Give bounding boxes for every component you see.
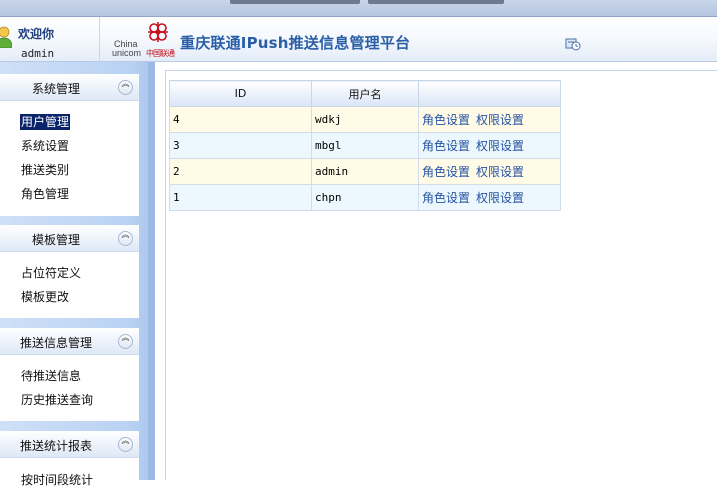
sidebar-item-label: 推送类别 [21, 163, 70, 177]
permission-settings-link[interactable]: 权限设置 [476, 113, 524, 127]
cell-actions: 角色设置 权限设置 [418, 132, 561, 159]
panel-push-info-management: 推送信息管理 ︽ 待推送信息 历史推送查询 [0, 328, 139, 421]
role-settings-link[interactable]: 角色设置 [422, 139, 470, 153]
sidebar-item-stats-by-time[interactable]: 按时间段统计 [20, 468, 139, 492]
sidebar-splitter[interactable] [148, 62, 155, 480]
cell-id: 1 [169, 184, 312, 211]
sidebar-item-label: 模板更改 [21, 290, 70, 304]
table-row: 2 admin 角色设置 权限设置 [169, 158, 561, 185]
cell-username: admin [311, 158, 419, 185]
sidebar-item-role-management[interactable]: 角色管理 [20, 182, 139, 206]
cell-id: 3 [169, 132, 312, 159]
sidebar-item-pending-push[interactable]: 待推送信息 [20, 364, 139, 388]
sidebar-item-label: 待推送信息 [21, 369, 82, 383]
panel-push-statistics: 推送统计报表 ︽ 按时间段统计 [0, 431, 139, 487]
cell-username: mbgl [311, 132, 419, 159]
sidebar-item-push-history[interactable]: 历史推送查询 [20, 388, 139, 412]
role-settings-link[interactable]: 角色设置 [422, 113, 470, 127]
cell-id: 4 [169, 106, 312, 133]
sidebar-item-label: 按时间段统计 [21, 473, 94, 487]
main-content: ID 用户名 4 wdkj 角色设置权限设置 3 mbgl 角色设置权限设置 [165, 70, 717, 480]
permission-settings-link[interactable]: 权限设置 [476, 165, 524, 179]
column-header-id[interactable]: ID [169, 80, 312, 107]
cell-username: wdkj [311, 106, 419, 133]
panel-header: 模板管理 ︽ [0, 225, 139, 252]
panel-title: 推送统计报表 [19, 439, 92, 453]
panel-template-management: 模板管理 ︽ 占位符定义 模板更改 [0, 225, 139, 318]
panel-system-management: 系统管理 ︽ 用户管理 系统设置 推送类别 角色管理 [0, 74, 139, 216]
panel-header: 系统管理 ︽ [0, 74, 139, 101]
welcome-label: 欢迎你 [18, 27, 55, 41]
permission-settings-link[interactable]: 权限设置 [476, 191, 524, 205]
sidebar-item-placeholder-definition[interactable]: 占位符定义 [20, 261, 139, 285]
sidebar-item-template-change[interactable]: 模板更改 [20, 285, 139, 309]
user-table: ID 用户名 4 wdkj 角色设置权限设置 3 mbgl 角色设置权限设置 [169, 80, 561, 211]
sidebar-item-label: 用户管理 [20, 114, 71, 130]
sidebar-item-push-category[interactable]: 推送类别 [20, 158, 139, 182]
role-settings-link[interactable]: 角色设置 [422, 165, 470, 179]
logo-text-unicom: unicom [112, 48, 142, 58]
role-settings-link[interactable]: 角色设置 [422, 191, 470, 205]
header: 欢迎你 admin China unicom 中国联通 重庆联通IPush推送信… [0, 17, 717, 62]
collapse-button[interactable]: ︽ [118, 334, 133, 349]
top-strip [0, 0, 717, 17]
panel-header: 推送信息管理 ︽ [0, 328, 139, 355]
top-tab-right [368, 0, 504, 4]
collapse-button[interactable]: ︽ [118, 80, 133, 95]
panel-title: 系统管理 [31, 82, 80, 96]
cell-id: 2 [169, 158, 312, 185]
cell-actions: 角色设置 权限设置 [418, 184, 561, 211]
chevron-up-icon: ︽ [121, 230, 130, 239]
cell-actions: 角色设置 权限设置 [418, 106, 561, 133]
user-panel: 欢迎你 admin [0, 17, 100, 62]
collapse-button[interactable]: ︽ [118, 437, 133, 452]
cell-username: chpn [311, 184, 419, 211]
chevron-up-icon: ︽ [121, 79, 130, 88]
page-title: 重庆联通IPush推送信息管理平台 [180, 34, 411, 52]
sidebar-item-label: 占位符定义 [21, 266, 82, 280]
table-row: 4 wdkj 角色设置 权限设置 [169, 106, 561, 133]
sidebar-item-label: 角色管理 [21, 187, 70, 201]
panel-header: 推送统计报表 ︽ [0, 431, 139, 458]
top-tab-left [230, 0, 360, 4]
sidebar-item-system-settings[interactable]: 系统设置 [20, 134, 139, 158]
permission-settings-link[interactable]: 权限设置 [476, 139, 524, 153]
table-row: 3 mbgl 角色设置 权限设置 [169, 132, 561, 159]
chevron-up-icon: ︽ [121, 333, 130, 342]
column-header-actions [418, 80, 561, 107]
clock-icon[interactable] [565, 37, 581, 51]
table-row: 1 chpn 角色设置 权限设置 [169, 184, 561, 211]
logo-text-cn: 中国联通 [146, 49, 175, 58]
cell-actions: 角色设置 权限设置 [418, 158, 561, 185]
sidebar-item-label: 历史推送查询 [21, 393, 94, 407]
collapse-button[interactable]: ︽ [118, 231, 133, 246]
panel-title: 模板管理 [31, 233, 80, 247]
panel-title: 推送信息管理 [19, 336, 92, 350]
sidebar-item-user-management[interactable]: 用户管理 [20, 110, 139, 134]
username-label: admin [21, 47, 55, 60]
user-icon [0, 26, 12, 48]
table-header-row: ID 用户名 [169, 80, 561, 107]
sidebar-item-label: 系统设置 [21, 139, 70, 153]
chevron-up-icon: ︽ [121, 436, 130, 445]
column-header-username[interactable]: 用户名 [311, 80, 419, 107]
